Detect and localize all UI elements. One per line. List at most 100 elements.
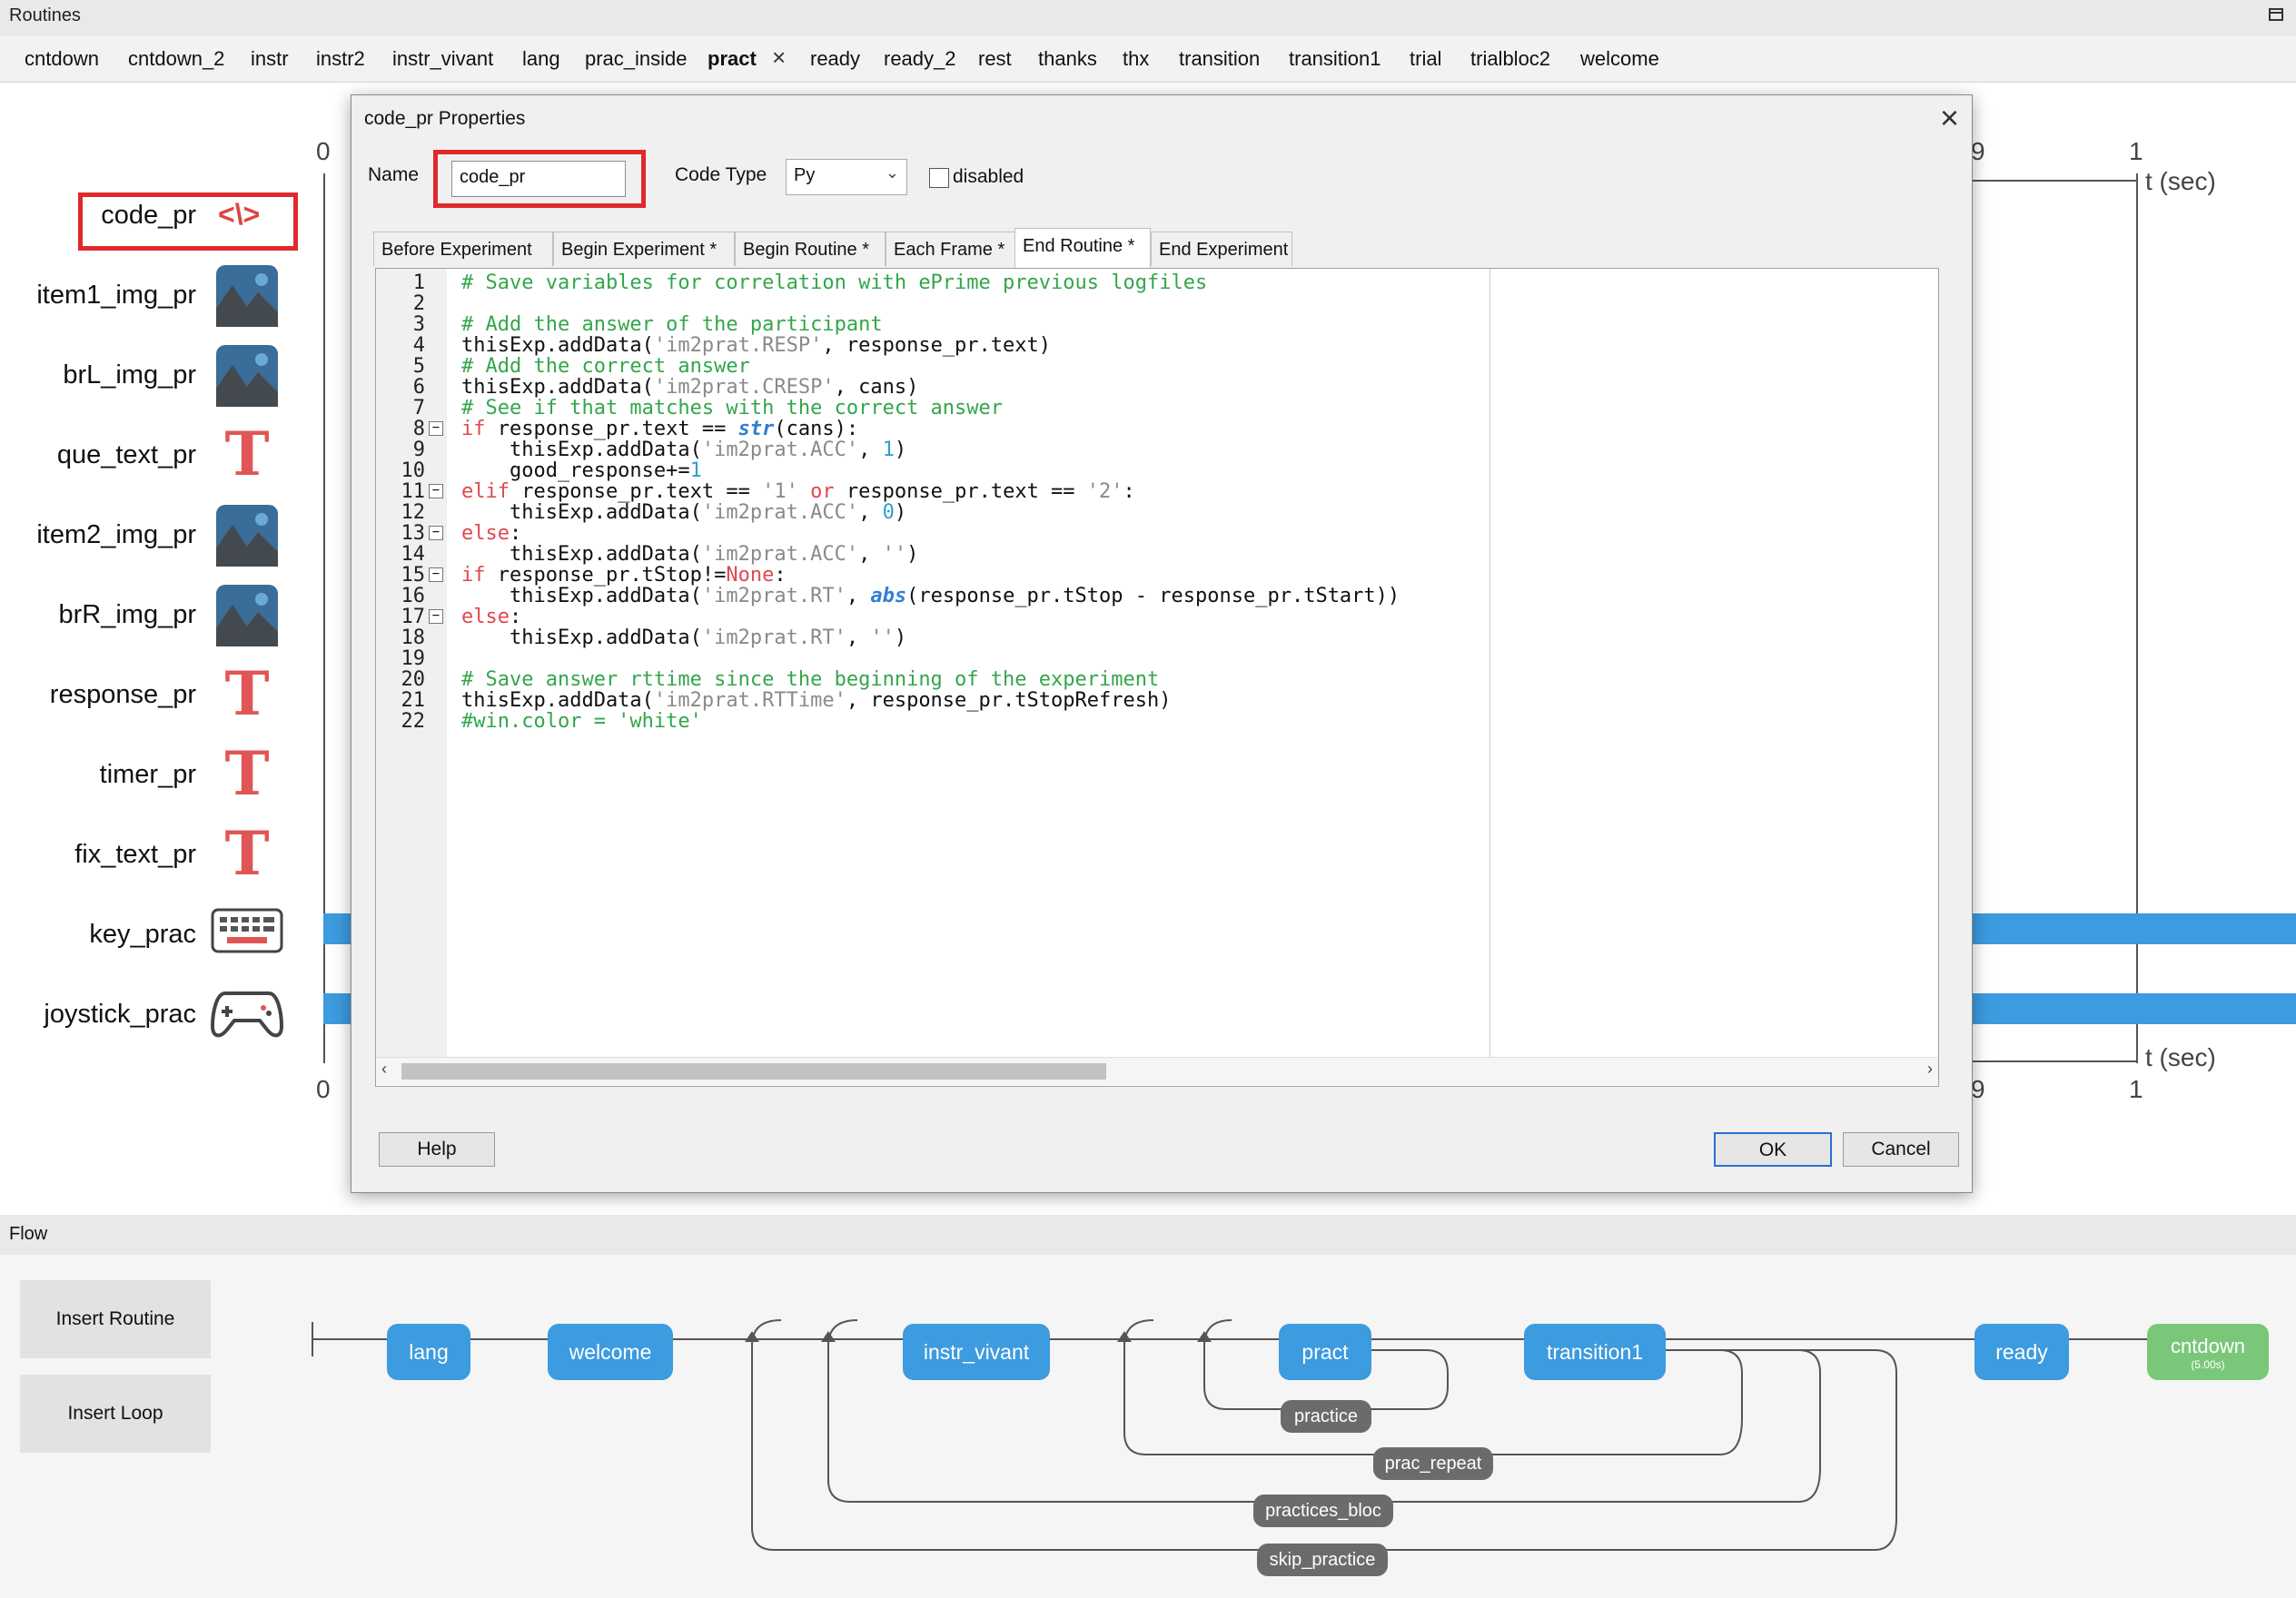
code-line[interactable]: thisExp.addData('im2prat.ACC', 1) bbox=[461, 439, 906, 461]
help-button[interactable]: Help bbox=[379, 1132, 495, 1167]
code-line[interactable]: else: bbox=[461, 522, 521, 545]
code-line[interactable]: # Save variables for correlation with eP… bbox=[461, 271, 1207, 294]
flow-routine-welcome[interactable]: welcome bbox=[548, 1324, 673, 1380]
tab-end-routine[interactable]: End Routine * bbox=[1014, 228, 1151, 268]
routine-tab-cntdown[interactable]: cntdown bbox=[25, 47, 99, 71]
routine-tab-cntdown-2[interactable]: cntdown_2 bbox=[128, 47, 224, 71]
code-line[interactable]: good_response+=1 bbox=[461, 459, 702, 482]
line-number: 3 bbox=[412, 313, 425, 336]
image-icon[interactable] bbox=[216, 505, 278, 567]
ok-button[interactable]: OK bbox=[1714, 1132, 1832, 1167]
code-line[interactable]: # Save answer rttime since the beginning… bbox=[461, 668, 1159, 691]
line-number: 18 bbox=[401, 626, 426, 649]
routine-tab-rest[interactable]: rest bbox=[978, 47, 1012, 71]
code-icon[interactable]: <\> bbox=[218, 198, 260, 232]
scroll-right-icon[interactable]: › bbox=[1927, 1060, 1933, 1079]
routine-tab-transition1[interactable]: transition1 bbox=[1289, 47, 1381, 71]
flow-routine-instr-vivant[interactable]: instr_vivant bbox=[903, 1324, 1050, 1380]
routine-tab-prac-inside[interactable]: prac_inside bbox=[585, 47, 688, 71]
component-label-response-pr[interactable]: response_pr bbox=[15, 680, 196, 710]
code-line[interactable]: #win.color = 'white' bbox=[461, 710, 702, 733]
code-line[interactable]: # See if that matches with the correct a… bbox=[461, 397, 1003, 419]
image-icon[interactable] bbox=[216, 345, 278, 407]
code-type-select[interactable]: Py ⌄ bbox=[786, 159, 907, 195]
component-label-item2-img-pr[interactable]: item2_img_pr bbox=[15, 520, 196, 550]
code-line[interactable]: # Add the answer of the participant bbox=[461, 313, 883, 336]
cancel-button[interactable]: Cancel bbox=[1843, 1132, 1959, 1167]
tab-begin-experiment[interactable]: Begin Experiment * bbox=[553, 232, 735, 266]
fold-toggle-icon[interactable]: − bbox=[429, 567, 443, 582]
fold-toggle-icon[interactable]: − bbox=[429, 484, 443, 498]
flow-routine-cntdown[interactable]: cntdown (5.00s) bbox=[2147, 1324, 2269, 1380]
fold-toggle-icon[interactable]: − bbox=[429, 421, 443, 436]
line-number: 8 bbox=[412, 418, 425, 440]
code-line[interactable]: if response_pr.text == str(cans): bbox=[461, 418, 858, 440]
image-icon[interactable] bbox=[216, 265, 278, 327]
name-field[interactable]: code_pr bbox=[451, 161, 626, 197]
component-label-fix-text-pr[interactable]: fix_text_pr bbox=[15, 840, 196, 870]
routine-tab-thx[interactable]: thx bbox=[1123, 47, 1149, 71]
close-tab-icon[interactable]: × bbox=[772, 44, 786, 72]
code-editor[interactable]: 1 2 3 4 5 6 7 8−9 10 11−12 13−14 15−16 17−18 19 20 21 22… bbox=[375, 268, 1939, 1087]
code-line[interactable]: if response_pr.tStop!=None: bbox=[461, 564, 787, 587]
component-label-joystick-prac[interactable]: joystick_prac bbox=[15, 1000, 196, 1030]
joystick-icon[interactable] bbox=[210, 986, 284, 1048]
routine-tab-trial[interactable]: trial bbox=[1410, 47, 1441, 71]
text-icon[interactable]: T bbox=[216, 823, 278, 884]
close-icon[interactable]: × bbox=[1940, 99, 1959, 137]
code-line[interactable]: thisExp.addData('im2prat.RT', '') bbox=[461, 626, 906, 649]
tab-begin-routine[interactable]: Begin Routine * bbox=[735, 232, 886, 266]
routine-tab-thanks[interactable]: thanks bbox=[1038, 47, 1097, 71]
restore-window-icon[interactable] bbox=[2269, 8, 2283, 21]
routine-tab-instr2[interactable]: instr2 bbox=[316, 47, 365, 71]
code-line[interactable]: else: bbox=[461, 606, 521, 628]
text-icon[interactable]: T bbox=[216, 423, 278, 485]
routine-tab-transition[interactable]: transition bbox=[1179, 47, 1260, 71]
code-line[interactable]: thisExp.addData('im2prat.RT', abs(respon… bbox=[461, 585, 1400, 607]
loop-label-skip-practice[interactable]: skip_practice bbox=[1257, 1544, 1388, 1576]
loop-label-prac-repeat[interactable]: prac_repeat bbox=[1373, 1447, 1493, 1480]
component-label-timer-pr[interactable]: timer_pr bbox=[15, 760, 196, 790]
routine-tab-instr-vivant[interactable]: instr_vivant bbox=[392, 47, 493, 71]
disabled-checkbox[interactable] bbox=[929, 168, 949, 188]
component-label-que-text-pr[interactable]: que_text_pr bbox=[15, 440, 196, 470]
loop-label-practices-bloc[interactable]: practices_bloc bbox=[1253, 1494, 1393, 1527]
scrollbar-thumb[interactable] bbox=[401, 1063, 1106, 1080]
routine-tab-pract[interactable]: pract bbox=[708, 47, 757, 71]
tab-each-frame[interactable]: Each Frame * bbox=[886, 232, 1016, 266]
text-icon[interactable]: T bbox=[216, 663, 278, 725]
flow-routine-transition1[interactable]: transition1 bbox=[1524, 1324, 1666, 1380]
code-line[interactable]: # Add the correct answer bbox=[461, 355, 750, 378]
component-label-brl-img-pr[interactable]: brL_img_pr bbox=[15, 360, 196, 390]
horizontal-scrollbar[interactable]: ‹ › bbox=[376, 1057, 1938, 1085]
loop-label-practice[interactable]: practice bbox=[1281, 1400, 1371, 1433]
routine-tab-instr[interactable]: instr bbox=[251, 47, 289, 71]
scroll-left-icon[interactable]: ‹ bbox=[381, 1060, 387, 1079]
tab-end-experiment[interactable]: End Experiment bbox=[1151, 232, 1292, 266]
routine-tab-lang[interactable]: lang bbox=[522, 47, 560, 71]
code-line[interactable]: elif response_pr.text == '1' or response… bbox=[461, 480, 1135, 503]
fold-toggle-icon[interactable]: − bbox=[429, 609, 443, 624]
keyboard-icon[interactable] bbox=[211, 906, 283, 968]
flow-routine-lang[interactable]: lang bbox=[387, 1324, 470, 1380]
code-line[interactable]: thisExp.addData('im2prat.CRESP', cans) bbox=[461, 376, 918, 399]
text-icon[interactable]: T bbox=[216, 743, 278, 804]
flow-routine-ready[interactable]: ready bbox=[1974, 1324, 2069, 1380]
routine-tab-ready[interactable]: ready bbox=[810, 47, 860, 71]
routine-tab-welcome[interactable]: welcome bbox=[1580, 47, 1659, 71]
component-label-code-pr[interactable]: code_pr bbox=[15, 201, 196, 231]
component-label-key-prac[interactable]: key_prac bbox=[15, 920, 196, 950]
routine-tab-trialbloc2[interactable]: trialbloc2 bbox=[1470, 47, 1550, 71]
image-icon[interactable] bbox=[216, 585, 278, 646]
code-line[interactable]: thisExp.addData('im2prat.ACC', '') bbox=[461, 543, 918, 566]
code-line[interactable]: thisExp.addData('im2prat.RESP', response… bbox=[461, 334, 1051, 357]
routine-tab-ready-2[interactable]: ready_2 bbox=[884, 47, 956, 71]
code-line[interactable]: thisExp.addData('im2prat.RTTime', respon… bbox=[461, 689, 1171, 712]
flow-routine-pract[interactable]: pract bbox=[1279, 1324, 1371, 1380]
code-line[interactable]: thisExp.addData('im2prat.ACC', 0) bbox=[461, 501, 906, 524]
component-label-brr-img-pr[interactable]: brR_img_pr bbox=[15, 600, 197, 630]
tab-before-experiment[interactable]: Before Experiment bbox=[373, 232, 553, 266]
component-label-item1-img-pr[interactable]: item1_img_pr bbox=[15, 281, 196, 311]
fold-toggle-icon[interactable]: − bbox=[429, 526, 443, 540]
axis-start-bottom: 0 bbox=[316, 1075, 331, 1103]
